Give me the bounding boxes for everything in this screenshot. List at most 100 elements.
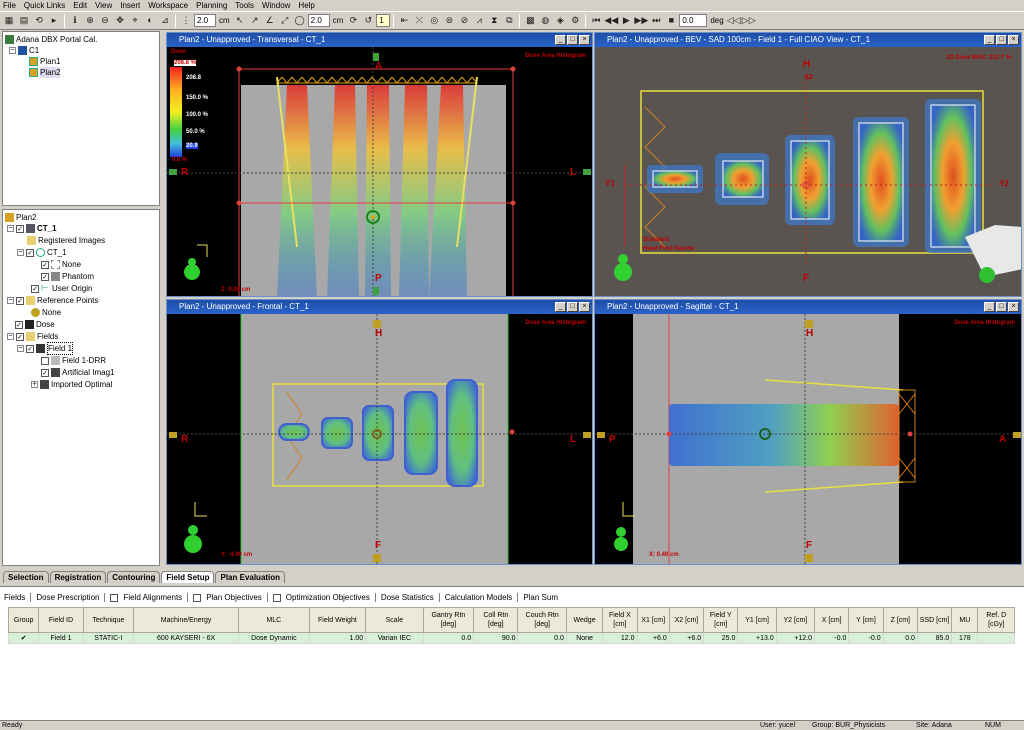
tree-plan2[interactable]: Plan2 [29, 67, 61, 78]
close-button[interactable]: × [579, 35, 590, 45]
cell-mu[interactable]: 178 [951, 632, 979, 644]
zoom-out-icon[interactable]: ⊖ [98, 14, 112, 28]
col-wedge[interactable]: Wedge [565, 607, 604, 633]
tree-course[interactable]: − C1 [9, 45, 39, 56]
tree-fields[interactable]: − ✓ Fields [7, 331, 58, 342]
last-frame-icon[interactable]: ⏭ [649, 14, 663, 28]
dose-checkbox[interactable]: ✓ [15, 320, 23, 329]
col-field-x[interactable]: Field X [cm] [602, 607, 638, 633]
circle-tool-icon[interactable]: ◯ [293, 14, 307, 28]
cell-ssd[interactable]: 85.0 [916, 632, 953, 644]
zoom-step-input[interactable]: 2.0 [194, 14, 216, 27]
measure-icon[interactable]: ↗ [248, 14, 262, 28]
group-checkbox[interactable]: ✔ [7, 632, 40, 644]
play-icon[interactable]: ▶ [619, 14, 633, 28]
tab-selection[interactable]: Selection [3, 571, 49, 583]
dose-area-histogram[interactable]: Dose Area Histogram [525, 53, 586, 59]
menu-help[interactable]: Help [298, 0, 314, 11]
dose-area-histogram[interactable]: Dose Area Histogram [525, 320, 586, 326]
cell-x1[interactable]: +6.0 [636, 632, 670, 644]
col-x1[interactable]: X1 [cm] [636, 607, 670, 633]
tree-plan1[interactable]: Plan1 [29, 56, 60, 67]
drr-checkbox[interactable] [41, 356, 49, 365]
cell-weight[interactable]: 1.00 [308, 632, 367, 644]
ct-checkbox[interactable]: ✓ [16, 224, 24, 233]
table-row[interactable]: ✔ Field 1 STATIC-I 600 KAYSERI - 6X Dose… [7, 632, 1015, 644]
col-technique[interactable]: Technique [82, 607, 135, 633]
collapse-icon[interactable]: − [7, 297, 14, 304]
frontal-view[interactable]: Plan2 - Unapproved - Frontal - CT_1 _ □ × [166, 299, 593, 565]
artificial-checkbox[interactable]: ✓ [41, 368, 49, 377]
cell-couch[interactable]: 0.0 [517, 632, 567, 644]
settings-icon[interactable]: ⚙ [568, 14, 582, 28]
maximize-button[interactable]: □ [567, 35, 578, 45]
transversal-view[interactable]: Plan2 - Unapproved - Transversal - CT_1 … [166, 32, 593, 297]
tree-ct[interactable]: − ✓ CT_1 [7, 223, 57, 234]
layout-icon[interactable]: ▤ [17, 14, 31, 28]
col-coll[interactable]: Coll Rtn [deg] [473, 607, 519, 633]
menu-tools[interactable]: Tools [235, 0, 254, 11]
menu-file[interactable]: File [3, 0, 16, 11]
tree-none1[interactable]: ✓ None [41, 259, 81, 270]
tree-root[interactable]: Adana DBX Portal Cal. [5, 34, 97, 45]
grid-icon[interactable]: ▦ [2, 14, 16, 28]
block-icon[interactable]: ⧗ [487, 14, 501, 28]
rotate-icon[interactable]: ⟲ [32, 14, 46, 28]
tree-dose[interactable]: ✓ Dose [15, 319, 55, 330]
cell-x2[interactable]: +6.0 [668, 632, 705, 644]
col-y2[interactable]: Y2 [cm] [775, 607, 816, 633]
distance-icon[interactable]: ⤢ [278, 14, 292, 28]
menu-edit[interactable]: Edit [73, 0, 87, 11]
select-icon[interactable]: ▸ [47, 14, 61, 28]
maximize-button[interactable]: □ [996, 302, 1007, 312]
col-x2[interactable]: X2 [cm] [668, 607, 705, 633]
grid-toggle-icon[interactable]: ⋮ [179, 14, 193, 28]
tab-dose-statistics[interactable]: Dose Statistics [381, 593, 434, 602]
calc-dose-icon[interactable]: ▩ [523, 14, 537, 28]
origin-checkbox[interactable]: ✓ [31, 284, 39, 293]
tab-optimization-objectives[interactable]: Optimization Objectives [286, 593, 370, 602]
menu-insert[interactable]: Insert [120, 0, 140, 11]
info-icon[interactable]: ℹ [68, 14, 82, 28]
crosshair-icon[interactable]: ⌖ [128, 14, 142, 28]
menu-workspace[interactable]: Workspace [148, 0, 188, 11]
optimization-objectives-checkbox[interactable] [272, 593, 281, 602]
cell-ref-d[interactable] [977, 632, 1015, 644]
menu-window[interactable]: Window [262, 0, 290, 11]
cell-z[interactable]: 0.0 [882, 632, 918, 644]
col-ssd[interactable]: SSD [cm] [916, 607, 953, 633]
close-button[interactable]: × [579, 302, 590, 312]
cell-field-y[interactable]: 25.0 [703, 632, 739, 644]
sagittal-view[interactable]: Plan2 - Unapproved - Sagittal - CT_1 _ □ × [594, 299, 1022, 565]
cell-machine[interactable]: 600 KAYSERI - 6X [133, 632, 240, 644]
menu-quick-links[interactable]: Quick Links [24, 0, 65, 11]
maximize-button[interactable]: □ [996, 35, 1007, 45]
col-y1[interactable]: Y1 [cm] [737, 607, 777, 633]
next-frame-icon[interactable]: ▶▶ [634, 14, 648, 28]
col-y[interactable]: Y [cm] [848, 607, 884, 633]
col-scale[interactable]: Scale [365, 607, 424, 633]
cell-y2[interactable]: +12.0 [775, 632, 816, 644]
col-ref-d[interactable]: Ref. D [cGy] [977, 607, 1015, 633]
cell-field-x[interactable]: 12.0 [602, 632, 638, 644]
stop-icon[interactable]: ■ [664, 14, 678, 28]
step-back-icon[interactable]: ◁◁ [727, 14, 741, 28]
tab-plan-sum[interactable]: Plan Sum [523, 593, 558, 602]
ct-sub-checkbox[interactable]: ✓ [26, 248, 34, 257]
gantry-icon[interactable]: ◎ [427, 14, 441, 28]
expand-icon[interactable]: + [31, 381, 38, 388]
cell-mlc[interactable]: Dose Dynamic [238, 632, 310, 644]
col-field-y[interactable]: Field Y [cm] [703, 607, 739, 633]
transversal-image[interactable]: Dose 208.8 % 208.8 150.0 % 100.0 % 50.0 … [167, 47, 592, 296]
menu-view[interactable]: View [95, 0, 112, 11]
col-group[interactable]: Group [7, 607, 40, 633]
bev-image[interactable]: 3D Dose MAX: 210.7 % H X2 F Y1 Y2 Standa… [595, 47, 1021, 296]
collapse-icon[interactable]: − [17, 345, 24, 352]
col-z[interactable]: Z [cm] [882, 607, 918, 633]
col-field-id[interactable]: Field ID [38, 607, 84, 633]
tree-field-drr[interactable]: Field 1-DRR [41, 355, 106, 366]
col-gantry[interactable]: Gantry Rtn [deg] [422, 607, 475, 633]
rotate-view-icon[interactable]: ⟳ [346, 14, 360, 28]
couch-icon[interactable]: ⊜ [442, 14, 456, 28]
tab-plan-objectives[interactable]: Plan Objectives [206, 593, 262, 602]
